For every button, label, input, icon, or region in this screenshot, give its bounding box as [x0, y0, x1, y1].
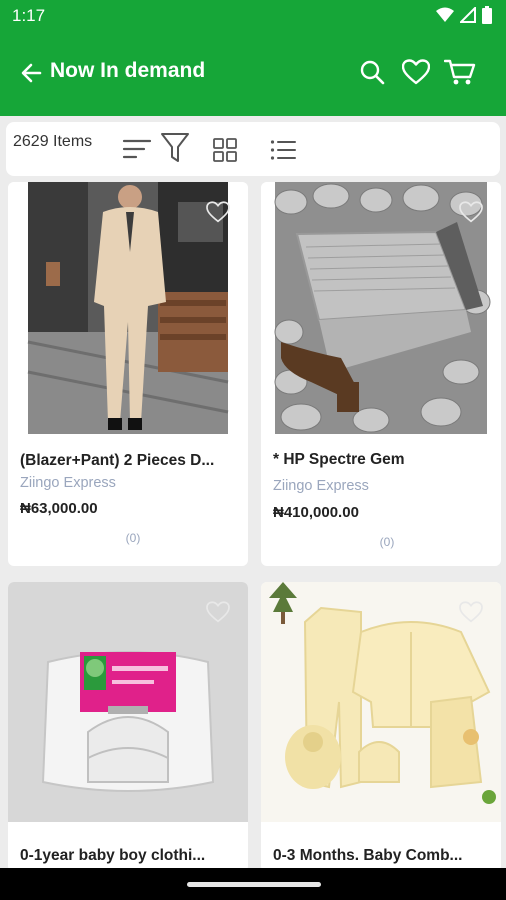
- cart-icon[interactable]: [444, 56, 476, 88]
- product-card[interactable]: * HP Spectre Gem Ziingo Express ₦410,000…: [261, 182, 501, 566]
- product-card[interactable]: (Blazer+Pant) 2 Pieces D... Ziingo Expre…: [8, 182, 248, 566]
- list-view-icon[interactable]: [270, 139, 296, 161]
- product-price: ₦410,000.00: [273, 504, 359, 521]
- signal-icon: [458, 5, 476, 28]
- back-arrow-icon[interactable]: [18, 60, 44, 86]
- product-price: ₦63,000.00: [20, 500, 98, 517]
- grid-view-icon[interactable]: [213, 138, 237, 162]
- favorite-heart-icon[interactable]: [457, 598, 485, 626]
- system-icons: [436, 5, 492, 29]
- product-card[interactable]: 0-1year baby boy clothi...: [8, 582, 248, 872]
- search-icon[interactable]: [356, 56, 388, 88]
- favorite-heart-icon[interactable]: [204, 598, 232, 626]
- navigation-bar: [0, 868, 506, 900]
- filter-icon[interactable]: [160, 132, 190, 164]
- product-seller: Ziingo Express: [273, 478, 369, 494]
- wishlist-heart-icon[interactable]: [400, 56, 432, 88]
- product-seller: Ziingo Express: [20, 475, 116, 491]
- wifi-icon: [436, 7, 454, 28]
- item-count: 2629 Items: [13, 133, 93, 150]
- product-name[interactable]: 0-1year baby boy clothi...: [20, 847, 238, 865]
- favorite-heart-icon[interactable]: [457, 198, 485, 226]
- status-time: 1:17: [12, 6, 46, 25]
- review-count: (0): [379, 535, 395, 549]
- sort-icon[interactable]: [122, 136, 152, 162]
- list-toolbar: 2629 Items: [6, 122, 500, 176]
- product-card[interactable]: 0-3 Months. Baby Comb...: [261, 582, 501, 872]
- status-bar: 1:17: [0, 0, 506, 32]
- product-name[interactable]: * HP Spectre Gem: [273, 451, 491, 469]
- app-bar-actions: [356, 56, 476, 88]
- home-gesture-handle[interactable]: [187, 882, 321, 887]
- app-bar: Now In demand: [0, 32, 506, 116]
- page-title: Now In demand: [50, 59, 206, 82]
- battery-icon: [482, 6, 492, 29]
- product-name[interactable]: (Blazer+Pant) 2 Pieces D...: [20, 452, 238, 470]
- review-count: (0): [125, 531, 141, 545]
- favorite-heart-icon[interactable]: [204, 198, 232, 226]
- product-name[interactable]: 0-3 Months. Baby Comb...: [273, 847, 491, 865]
